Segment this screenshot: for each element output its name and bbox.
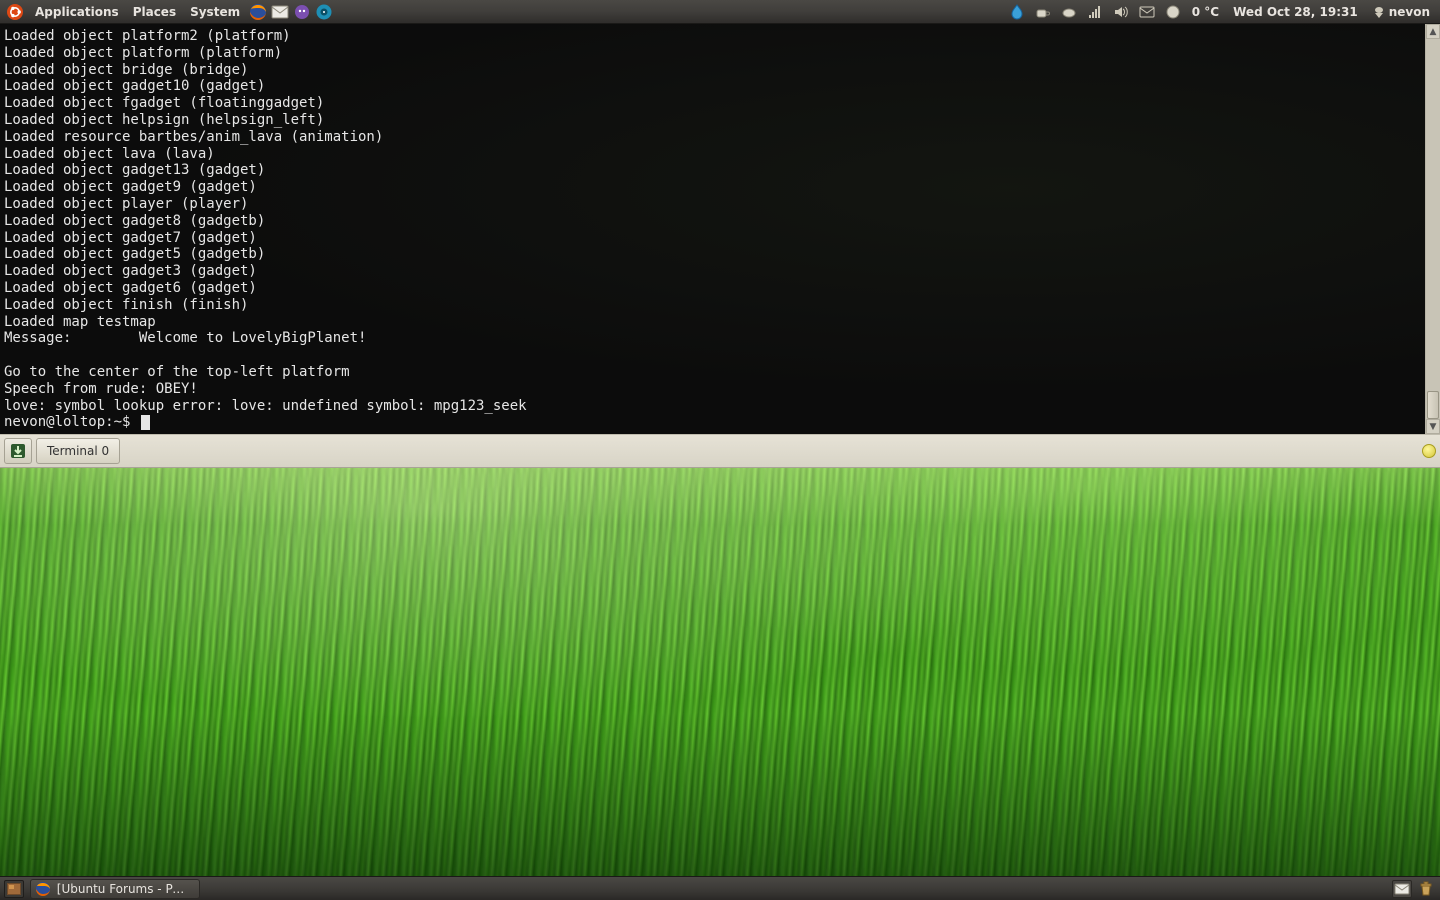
ubuntu-logo-icon[interactable] (6, 3, 24, 21)
scrollbar-up-arrow-icon[interactable]: ▲ (1426, 24, 1440, 39)
scrollbar-down-arrow-icon[interactable]: ▼ (1426, 419, 1440, 434)
bottom-panel: [Ubuntu Forums - Po... (0, 876, 1440, 900)
pidgin-launcher-icon[interactable] (291, 1, 313, 23)
terminal-activity-indicator-icon (1422, 444, 1436, 458)
menu-system[interactable]: System (183, 0, 247, 24)
taskbar-firefox-window[interactable]: [Ubuntu Forums - Po... (30, 879, 200, 899)
terminal-scrollbar[interactable]: ▲ ▼ (1425, 24, 1440, 434)
terminal-prompt: nevon@loltop:~$ (4, 414, 139, 431)
clock-label[interactable]: Wed Oct 28, 19:31 (1227, 5, 1364, 19)
terminal-window: Loaded object platform2 (platform) Loade… (0, 24, 1440, 434)
terminal-tabbar: Terminal 0 (0, 434, 1440, 468)
user-menu[interactable]: nevon (1368, 5, 1434, 19)
terminal-viewport[interactable]: Loaded object platform2 (platform) Loade… (0, 24, 1425, 434)
weather-temp-icon (1162, 1, 1184, 23)
terminal-dropdown-button[interactable] (4, 438, 32, 464)
network-signal-icon[interactable] (1084, 1, 1106, 23)
user-status-icon (1372, 5, 1386, 19)
top-panel: Applications Places System (0, 0, 1440, 24)
scrollbar-track[interactable] (1426, 39, 1440, 419)
firefox-task-icon (35, 881, 51, 897)
bottom-tray (1392, 880, 1436, 898)
rhythmbox-launcher-icon[interactable] (313, 1, 335, 23)
weather-tray-icon[interactable] (1058, 1, 1080, 23)
terminal-output: Loaded object platform2 (platform) Loade… (4, 28, 1419, 414)
menu-applications[interactable]: Applications (28, 0, 126, 24)
mail-launcher-icon[interactable] (269, 1, 291, 23)
temperature-label: 0 °C (1188, 5, 1223, 19)
messages-tray-icon[interactable] (1136, 1, 1158, 23)
caffeine-tray-icon[interactable] (1032, 1, 1054, 23)
bottom-mail-icon[interactable] (1392, 880, 1412, 898)
terminal-tab-0-label: Terminal 0 (47, 444, 109, 458)
terminal-tab-0[interactable]: Terminal 0 (36, 438, 120, 464)
download-arrow-icon (9, 442, 27, 460)
terminal-cursor (141, 415, 150, 430)
taskbar-firefox-label: [Ubuntu Forums - Po... (57, 882, 189, 896)
menu-places[interactable]: Places (126, 0, 183, 24)
trash-icon[interactable] (1416, 880, 1436, 898)
user-name-label: nevon (1389, 5, 1430, 19)
firefox-launcher-icon[interactable] (247, 1, 269, 23)
desktop-wallpaper[interactable] (0, 468, 1440, 876)
volume-icon[interactable] (1110, 1, 1132, 23)
show-desktop-button[interactable] (4, 880, 24, 898)
scrollbar-thumb[interactable] (1427, 391, 1439, 419)
show-desktop-icon (7, 883, 21, 895)
deluge-tray-icon[interactable] (1006, 1, 1028, 23)
terminal-prompt-line: nevon@loltop:~$ (4, 414, 1419, 431)
top-panel-right: 0 °C Wed Oct 28, 19:31 nevon (1006, 1, 1436, 23)
